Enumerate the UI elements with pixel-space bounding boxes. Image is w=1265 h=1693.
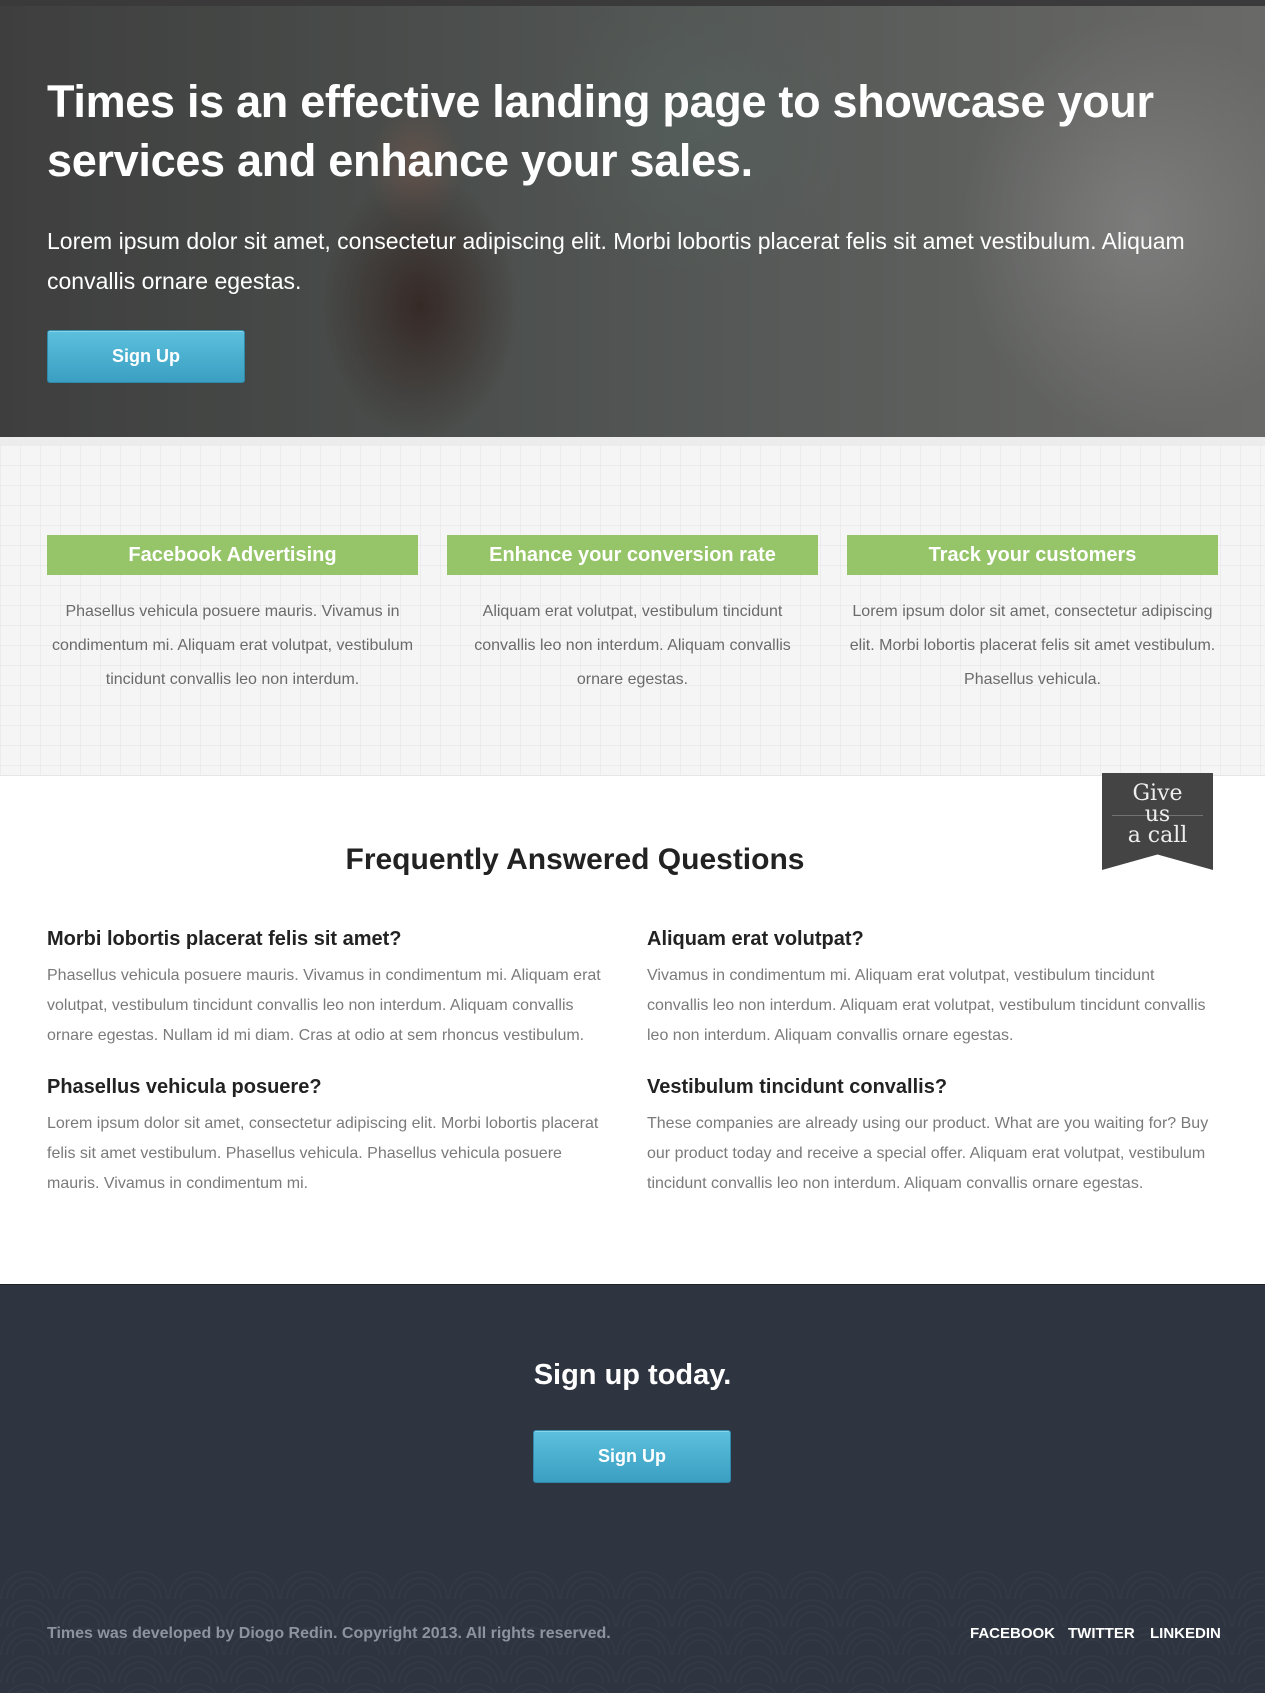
signup-section: Sign up today. Sign Up <box>0 1284 1265 1571</box>
faq-answer: Vivamus in condimentum mi. Aliquam erat … <box>647 967 1206 1044</box>
faq-question: Morbi lobortis placerat felis sit amet? <box>47 928 402 950</box>
faq-item: Phasellus vehicula posuere? Lorem ipsum … <box>47 1073 617 1199</box>
hero-section: Times is an effective landing page to sh… <box>0 0 1265 437</box>
feature-facebook-advertising: Facebook Advertising Phasellus vehicula … <box>47 535 418 697</box>
feature-title: Facebook Advertising <box>47 535 418 575</box>
feature-text: Lorem ipsum dolor sit amet, consectetur … <box>849 603 1216 688</box>
hero-description: Lorem ipsum dolor sit amet, consectetur … <box>47 228 1185 294</box>
ribbon-line1: Give <box>1132 781 1183 806</box>
feature-title: Track your customers <box>847 535 1218 575</box>
faq-answer: These companies are already using our pr… <box>647 1115 1209 1192</box>
faq-question: Vestibulum tincidunt convallis? <box>647 1076 948 1098</box>
ribbon-divider <box>1112 815 1203 816</box>
signup-button[interactable]: Sign Up <box>533 1430 731 1483</box>
features-section: Facebook Advertising Phasellus vehicula … <box>0 437 1265 776</box>
faq-item: Morbi lobortis placerat felis sit amet? … <box>47 925 617 1051</box>
feature-title: Enhance your conversion rate <box>447 535 818 575</box>
feature-track-customers: Track your customers Lorem ipsum dolor s… <box>847 535 1218 697</box>
hero-title: Times is an effective landing page to sh… <box>47 76 1154 186</box>
faq-answer: Phasellus vehicula posuere mauris. Vivam… <box>47 967 601 1044</box>
faq-question: Aliquam erat volutpat? <box>647 928 864 950</box>
faq-item: Aliquam erat volutpat? Vivamus in condim… <box>647 925 1217 1051</box>
facebook-link[interactable]: FACEBOOK <box>970 1625 1055 1642</box>
linkedin-link[interactable]: LINKEDIN <box>1150 1625 1221 1642</box>
feature-text: Phasellus vehicula posuere mauris. Vivam… <box>51 603 414 688</box>
copyright-text: Times was developed by Diogo Redin. Copy… <box>47 1625 611 1642</box>
faq-question: Phasellus vehicula posuere? <box>47 1076 322 1098</box>
hero-signup-button[interactable]: Sign Up <box>47 330 245 383</box>
faq-title: Frequently Answered Questions <box>345 843 805 876</box>
signup-title: Sign up today. <box>533 1359 732 1391</box>
footer: Times was developed by Diogo Redin. Copy… <box>0 1571 1265 1693</box>
feature-text: Aliquam erat volutpat, vestibulum tincid… <box>474 603 791 688</box>
feature-conversion-rate: Enhance your conversion rate Aliquam era… <box>447 535 818 697</box>
faq-answer: Lorem ipsum dolor sit amet, consectetur … <box>47 1115 599 1192</box>
twitter-link[interactable]: TWITTER <box>1068 1625 1135 1642</box>
faq-item: Vestibulum tincidunt convallis? These co… <box>647 1073 1217 1199</box>
